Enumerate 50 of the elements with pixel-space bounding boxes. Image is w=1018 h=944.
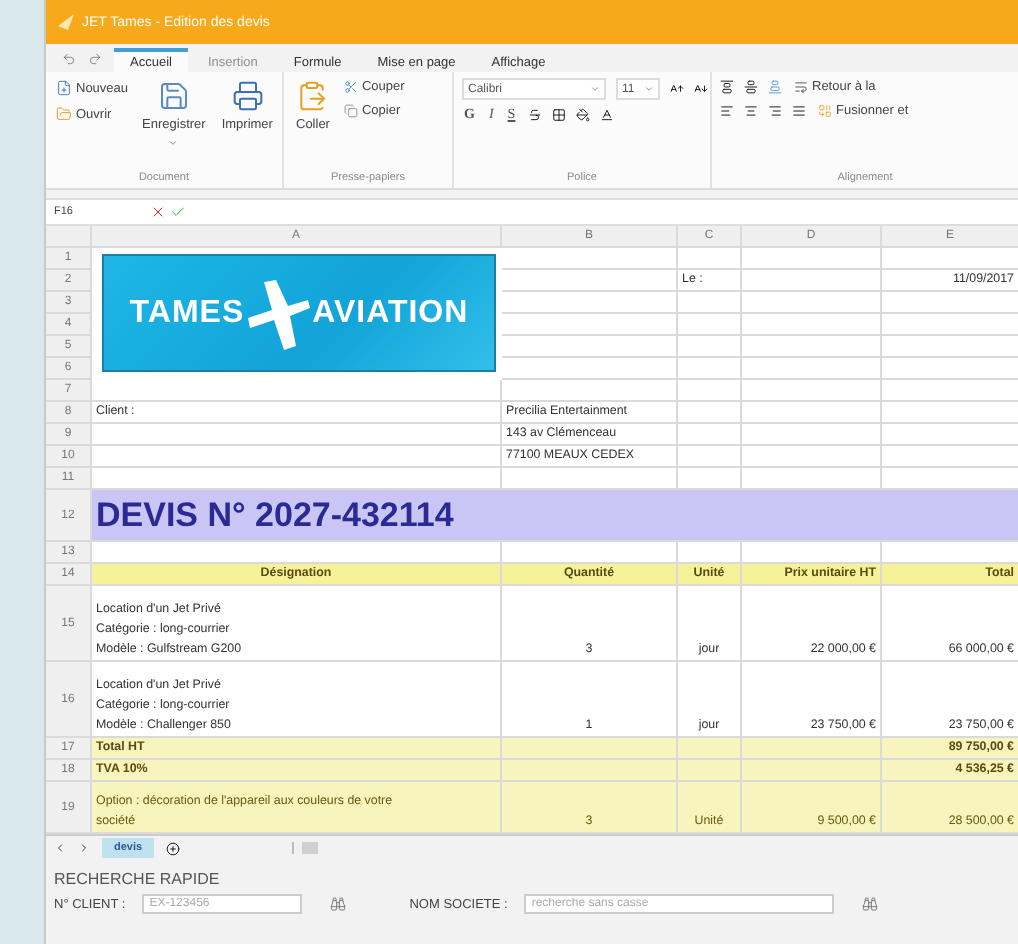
search-icon (861, 896, 878, 912)
caret-icon (168, 138, 179, 148)
table-cell (678, 336, 742, 358)
table-cell (742, 314, 882, 336)
table-cell (742, 380, 882, 402)
table-cell (742, 336, 882, 358)
strikethrough-icon (527, 107, 542, 121)
logo-text: TAMES (129, 295, 245, 331)
table-cell (678, 314, 742, 336)
table-cell (742, 292, 882, 314)
file-icon (56, 80, 72, 96)
clipboard-icon (296, 80, 329, 112)
align-right-icon (768, 104, 782, 118)
table-cell (678, 358, 742, 380)
section-title: RECHERCHE RAPIDE (52, 868, 222, 892)
table-cell (742, 446, 882, 468)
table-cell (742, 424, 882, 446)
borders-icon (551, 107, 566, 121)
merge-cells-icon (818, 104, 832, 118)
scissors-icon (343, 80, 358, 94)
printer-icon (231, 80, 264, 112)
shrink-font-icon (694, 82, 708, 96)
redo-icon (88, 51, 102, 65)
quote-title: DEVIS N° 2027-432114 (96, 494, 454, 538)
align-center-icon (744, 104, 758, 118)
undo-icon (62, 51, 76, 65)
table-cell (678, 380, 742, 402)
search-icon (329, 896, 346, 912)
justify-icon (792, 104, 806, 118)
wrap-text-icon (794, 80, 808, 94)
folder-icon (56, 106, 72, 122)
previous-sheet-icon (54, 842, 66, 854)
add-sheet-icon (166, 841, 181, 855)
logo-text: AVIATION (312, 295, 469, 331)
caret-icon (590, 84, 600, 94)
table-cell (742, 358, 882, 380)
align-top-icon (720, 80, 734, 94)
copy-icon (343, 104, 358, 118)
app-icon (58, 14, 74, 30)
next-sheet-icon (78, 842, 90, 854)
table-cell (742, 402, 882, 424)
align-left-icon (720, 104, 734, 118)
confirm-icon (170, 204, 186, 220)
font-color-icon (599, 107, 614, 121)
align-bottom-icon (768, 80, 782, 94)
grow-font-icon (670, 82, 684, 96)
fill-color-icon (575, 107, 590, 121)
cancel-icon (150, 204, 166, 220)
align-middle-icon (744, 80, 758, 94)
caret-icon (644, 84, 654, 94)
